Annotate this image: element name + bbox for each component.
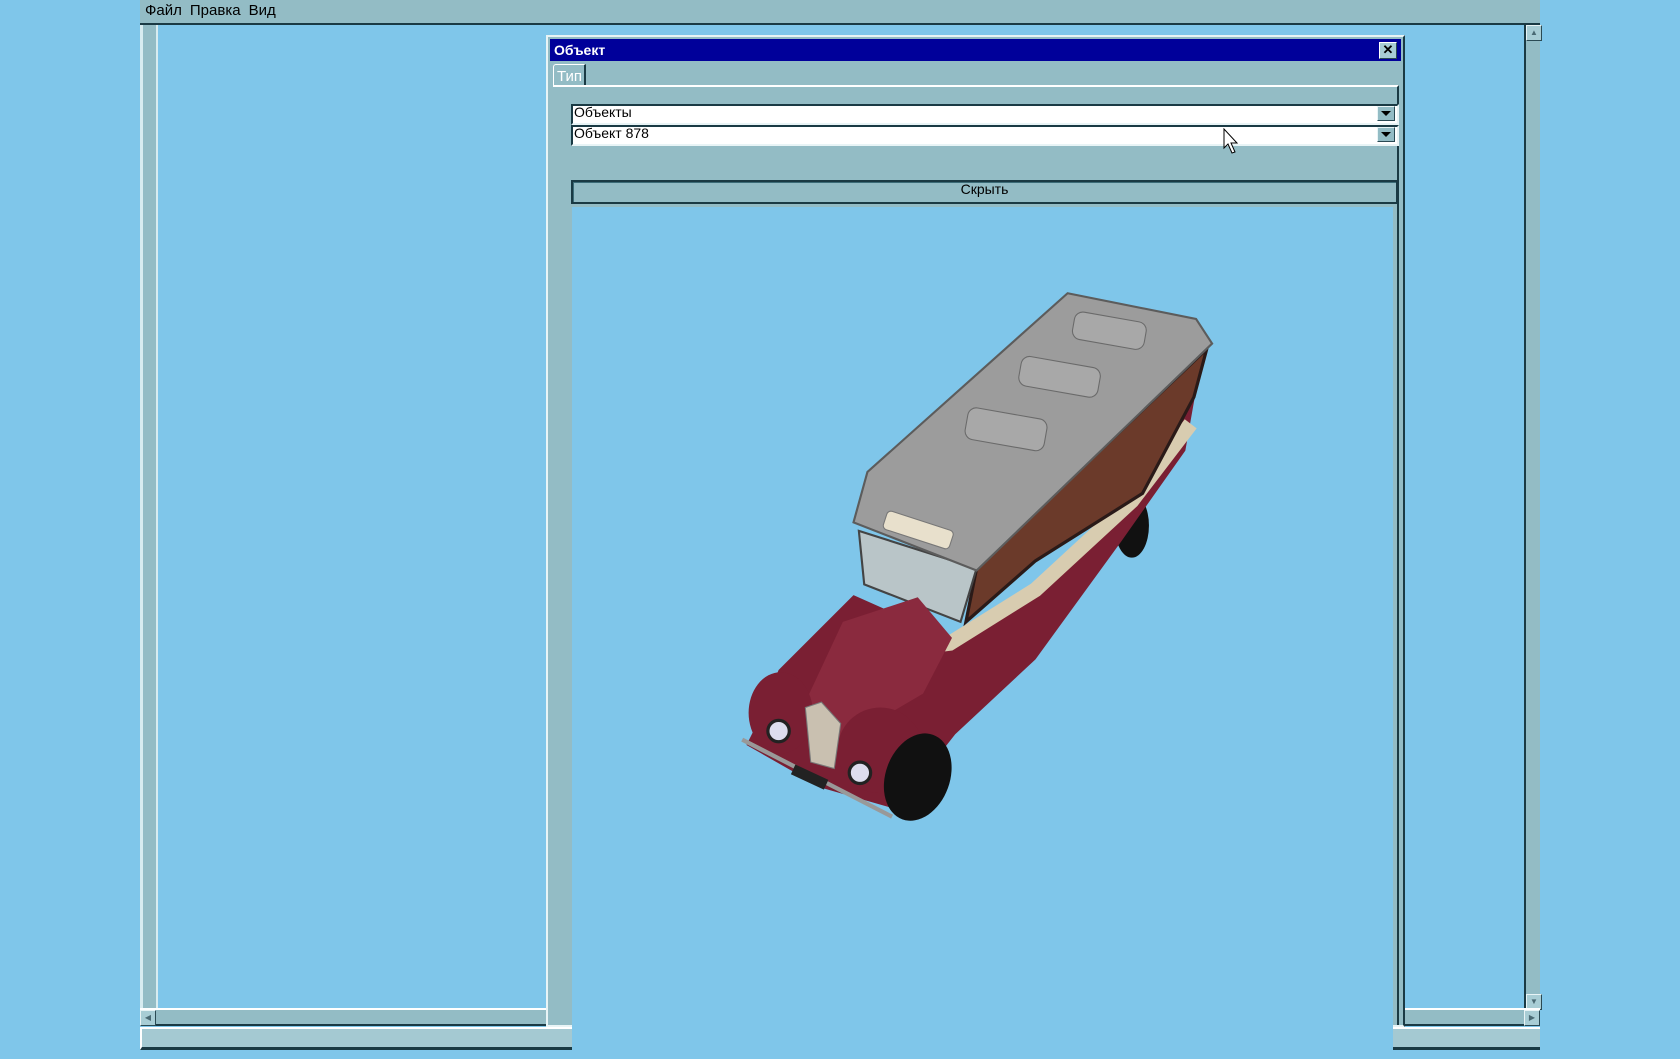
menu-bar: Файл Правка Вид — [140, 0, 1540, 25]
left-frame-border — [140, 25, 158, 1010]
headlight — [847, 760, 873, 786]
category-select-value: Объекты — [574, 104, 632, 120]
chevron-down-icon[interactable] — [1377, 106, 1395, 121]
scroll-up-icon[interactable]: ▲ — [1526, 25, 1542, 41]
tab-type[interactable]: Тип — [553, 64, 586, 86]
chevron-down-icon[interactable] — [1377, 127, 1395, 142]
mouse-cursor-icon — [1223, 128, 1239, 154]
object-select-value: Объект 878 — [574, 125, 649, 141]
close-icon[interactable]: ✕ — [1379, 42, 1397, 59]
headlight — [766, 718, 791, 744]
vertical-scrollbar[interactable]: ▲ ▼ — [1524, 25, 1542, 1010]
3d-model-viewport[interactable] — [572, 207, 1393, 1056]
dialog-title-bar[interactable]: Объект ✕ — [550, 39, 1401, 61]
object-dialog: Объект ✕ Тип Объекты Объект 878 Скрыть — [546, 35, 1405, 1056]
menu-view[interactable]: Вид — [244, 0, 279, 19]
bus-model — [741, 292, 1214, 821]
scroll-left-icon[interactable]: ◀ — [140, 1010, 156, 1026]
category-select[interactable]: Объекты — [571, 104, 1399, 125]
menu-edit[interactable]: Правка — [185, 0, 244, 19]
object-select[interactable]: Объект 878 — [571, 125, 1399, 146]
dialog-title: Объект — [554, 42, 606, 58]
menu-file[interactable]: Файл — [140, 0, 185, 19]
scroll-right-icon[interactable]: ▶ — [1524, 1010, 1540, 1026]
tab-panel: Объекты Объект 878 Скрыть — [553, 85, 1399, 1056]
hide-button[interactable]: Скрыть — [571, 180, 1398, 204]
